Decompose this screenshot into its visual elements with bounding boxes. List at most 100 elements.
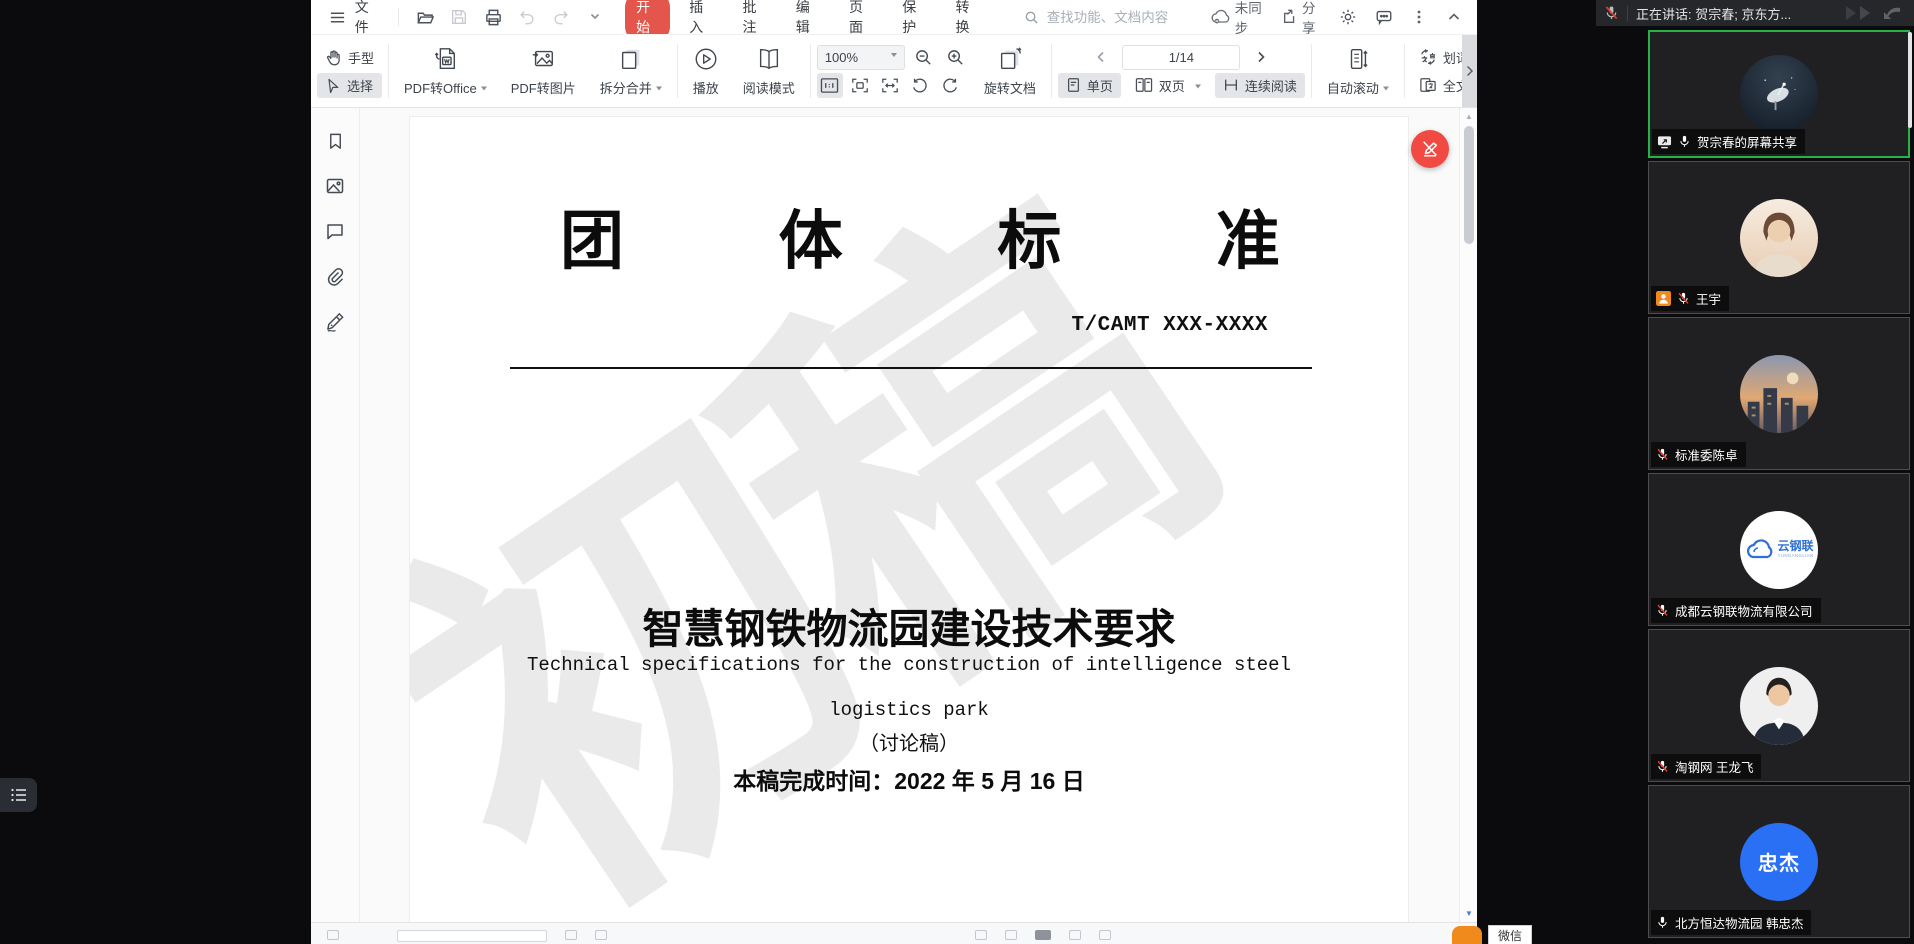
- status-icon[interactable]: [1069, 930, 1081, 940]
- cloud-logo-icon: [1744, 538, 1774, 562]
- pdf-to-image-button[interactable]: PDF转图片: [502, 43, 585, 100]
- participant-tile[interactable]: 王宇: [1648, 161, 1910, 314]
- document-canvas[interactable]: 初稿 团 体 标 准 T/CAMT XXX-XXXX 智慧钢铁物流园建设技术要求…: [360, 108, 1477, 922]
- bookmarks-icon[interactable]: [324, 130, 346, 152]
- status-icon[interactable]: [1035, 930, 1051, 940]
- avatar: [1740, 667, 1818, 745]
- status-icon[interactable]: [975, 930, 987, 940]
- hamburger-icon: [327, 5, 349, 29]
- scroll-down-arrow[interactable]: ▼: [1460, 909, 1477, 918]
- collapse-ribbon-icon[interactable]: [1444, 5, 1465, 29]
- status-page-icon[interactable]: [327, 930, 339, 940]
- images-icon[interactable]: [324, 175, 346, 197]
- rotate-document-button[interactable]: 旋转文档: [975, 43, 1045, 100]
- play-icon: [693, 46, 719, 73]
- auto-scroll-button[interactable]: 自动滚动: [1318, 43, 1398, 100]
- status-icon[interactable]: [595, 930, 607, 940]
- status-icon[interactable]: [1005, 930, 1017, 940]
- continuous-read-button[interactable]: 连续阅读: [1215, 73, 1305, 98]
- comments-icon[interactable]: [324, 220, 346, 242]
- attachments-icon[interactable]: [324, 265, 346, 287]
- fit-width-button[interactable]: [877, 73, 903, 98]
- search-box[interactable]: [1024, 9, 1203, 26]
- signature-icon[interactable]: [324, 310, 346, 332]
- dropdown-caret: [656, 86, 662, 93]
- dropdown-caret: [1195, 84, 1201, 91]
- wechat-taskbar-icon[interactable]: [1452, 926, 1482, 944]
- save-icon[interactable]: [447, 5, 471, 29]
- split-merge-button[interactable]: 拆分合并: [591, 43, 671, 100]
- avatar: [1740, 355, 1818, 433]
- sync-status[interactable]: 未同步: [1211, 0, 1268, 37]
- edit-mode-fab[interactable]: [1411, 130, 1449, 168]
- rotate-left-button[interactable]: [907, 73, 933, 98]
- more-actions-chevron-icon[interactable]: [583, 5, 607, 29]
- standard-type-heading: 团 体 标 准: [560, 209, 1280, 273]
- kebab-menu-icon[interactable]: [1408, 5, 1429, 29]
- search-icon: [1024, 10, 1039, 25]
- divider: [388, 44, 389, 98]
- scroll-up-arrow[interactable]: ▲: [1460, 112, 1477, 121]
- rotate-right-button[interactable]: [937, 73, 963, 98]
- undo-icon[interactable]: [515, 5, 539, 29]
- list-icon: [10, 787, 28, 803]
- document-scrollbar[interactable]: ▲ ▼: [1459, 108, 1477, 922]
- dropdown-caret: [1383, 86, 1389, 93]
- pdf-to-office-icon: [431, 46, 459, 73]
- print-icon[interactable]: [481, 5, 505, 29]
- status-icon[interactable]: [565, 930, 577, 940]
- desktop-list-widget[interactable]: [0, 778, 37, 812]
- participant-tile[interactable]: 云钢联 YUNGANGLIAN 成都云钢联物流有限公司: [1648, 473, 1910, 626]
- page-indicator-input[interactable]: 1/14: [1122, 45, 1240, 70]
- participant-label: 淘钢网 王龙飞: [1651, 754, 1761, 779]
- fit-page-button[interactable]: [847, 73, 873, 98]
- status-input[interactable]: [397, 930, 547, 942]
- participant-name: 王宇: [1696, 289, 1721, 308]
- scrollbar-thumb[interactable]: [1464, 126, 1474, 244]
- main-area: 初稿 团 体 标 准 T/CAMT XXX-XXXX 智慧钢铁物流园建设技术要求…: [311, 108, 1477, 922]
- participant-list: 贺宗春的屏幕共享 王宇: [1648, 30, 1910, 941]
- rotate-document-icon: [996, 46, 1024, 73]
- double-page-icon: [1135, 77, 1153, 93]
- pdf-page: 初稿 团 体 标 准 T/CAMT XXX-XXXX 智慧钢铁物流园建设技术要求…: [409, 116, 1409, 922]
- mic-muted-icon: [1656, 603, 1669, 618]
- double-page-button[interactable]: 双页: [1127, 73, 1209, 98]
- double-page-label: 双页: [1159, 76, 1185, 95]
- single-page-button[interactable]: 单页: [1058, 73, 1121, 98]
- search-input[interactable]: [1045, 9, 1203, 26]
- divider: [1311, 44, 1312, 98]
- feedback-chat-icon[interactable]: [1373, 5, 1394, 29]
- share-icon: [1282, 9, 1298, 25]
- auto-scroll-icon: [1345, 46, 1371, 73]
- select-tool-button[interactable]: 选择: [317, 73, 382, 98]
- zoom-out-button[interactable]: [911, 45, 937, 70]
- meeting-header-controls[interactable]: [1842, 3, 1906, 23]
- participant-list-scrollbar[interactable]: [1908, 32, 1912, 128]
- mic-muted-icon: [1656, 447, 1669, 462]
- next-page-button[interactable]: [1248, 45, 1274, 70]
- participant-label: 成都云钢联物流有限公司: [1651, 598, 1821, 623]
- page-navigation-group: 1/14 单页: [1058, 45, 1305, 98]
- settings-gear-icon[interactable]: [1338, 5, 1359, 29]
- share-button[interactable]: 分享: [1282, 0, 1324, 37]
- status-icon[interactable]: [1099, 930, 1111, 940]
- hand-tool-label: 手型: [348, 48, 374, 67]
- zoom-in-button[interactable]: [943, 45, 969, 70]
- toolbar-expander[interactable]: [1462, 35, 1477, 107]
- redo-icon[interactable]: [549, 5, 573, 29]
- sync-status-label: 未同步: [1235, 0, 1268, 37]
- open-folder-icon[interactable]: [413, 5, 437, 29]
- participant-tile[interactable]: 淘钢网 王龙飞: [1648, 629, 1910, 782]
- participant-tile[interactable]: 贺宗春的屏幕共享: [1648, 30, 1910, 158]
- pdf-to-office-button[interactable]: PDF转Office: [395, 43, 496, 100]
- previous-page-button[interactable]: [1088, 45, 1114, 70]
- hand-tool-button[interactable]: 手型: [317, 45, 382, 70]
- document-title-en-line2: logistics park: [410, 699, 1408, 721]
- read-mode-button[interactable]: 阅读模式: [734, 43, 804, 100]
- actual-size-button[interactable]: [817, 73, 843, 98]
- participant-tile[interactable]: 标准委陈卓: [1648, 317, 1910, 470]
- zoom-level-select[interactable]: 100%: [817, 45, 905, 70]
- participant-tile[interactable]: 忠杰 北方恒达物流园 韩忠杰: [1648, 785, 1910, 938]
- divider: [677, 44, 678, 98]
- play-button[interactable]: 播放: [684, 43, 728, 100]
